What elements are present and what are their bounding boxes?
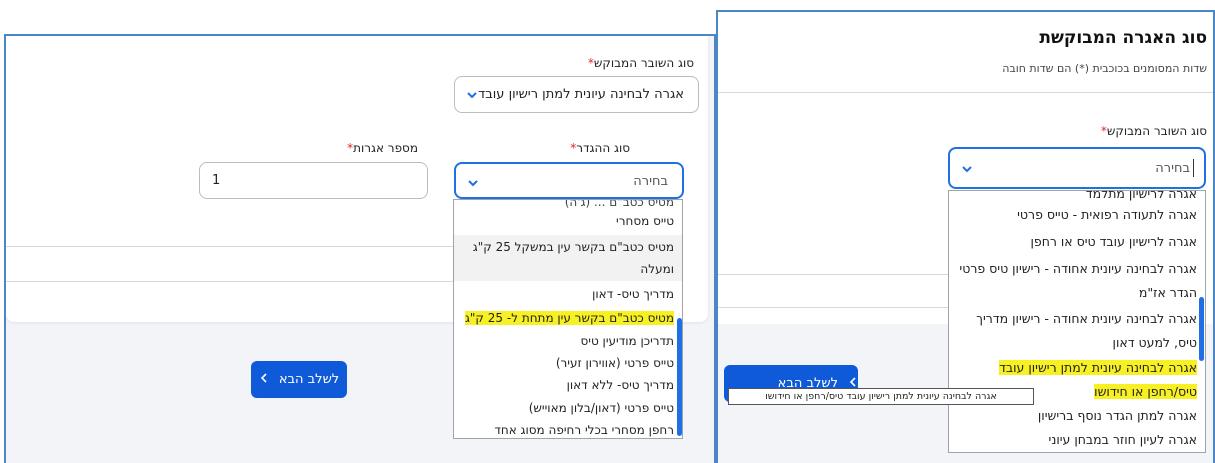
chevron-down-icon: [960, 162, 974, 176]
list-item[interactable]: טייס פרטי (דאון/בלון מאוייש): [454, 397, 682, 419]
divider: [6, 246, 454, 247]
voucher-type-select[interactable]: בחירה: [948, 147, 1206, 189]
definition-dropdown-list[interactable]: מטיס כטב"ם ... (ג'ה) טייס מסחרי מטיס כטב…: [453, 199, 683, 439]
list-item[interactable]: אגרה למתן הגדר נוסף ברישיון: [949, 404, 1205, 428]
voucher-type-value: בחירה: [1155, 161, 1190, 176]
list-item[interactable]: אגרה לתעודה רפואית - טייס פרטי: [949, 201, 1205, 228]
definition-type-label: סוג ההגדר*: [570, 141, 630, 155]
voucher-type-label: סוג השובר המבוקש*: [1100, 124, 1207, 138]
list-item[interactable]: רחפן מסחרי בכלי רחיפה מסוג אחד: [454, 419, 682, 438]
list-item[interactable]: אגרה לרישיון מתלמד: [949, 191, 1205, 201]
chevron-down-icon: [465, 88, 479, 102]
fee-count-input[interactable]: 1: [199, 162, 428, 199]
fee-count-label: מספר אגרות*: [347, 141, 418, 155]
next-step-button[interactable]: לשלב הבא: [251, 361, 347, 398]
list-item[interactable]: מטיס כטב"ם ... (ג'ה): [454, 200, 682, 208]
list-item[interactable]: מטיס כטב"ם בקשר עין מתחת ל- 25 ק"ג: [454, 307, 682, 330]
list-item[interactable]: מדריך טיס- דאון: [454, 281, 682, 307]
scrollbar-thumb[interactable]: [677, 318, 682, 436]
divider: [718, 307, 948, 308]
list-item[interactable]: טייס מסחרי: [454, 208, 682, 235]
list-item[interactable]: אגרה לבחינה עיונית אחודה - רישיון מדריך …: [949, 305, 1205, 354]
scrollbar-thumb[interactable]: [1199, 297, 1204, 361]
list-item[interactable]: מדריך טיס- ללא דאון: [454, 374, 682, 397]
text-cursor: [1193, 159, 1194, 177]
definition-type-select[interactable]: בחירה: [454, 162, 684, 199]
next-step-label: לשלב הבא: [278, 372, 340, 387]
divider: [718, 92, 1213, 93]
list-item[interactable]: אגרה לעיון חוזר במבחן עיוני: [949, 428, 1205, 452]
option-tooltip: אגרה לבחינה עיונית למתן רישיון עובד טיס/…: [728, 388, 1034, 405]
definition-type-value: בחירה: [633, 174, 668, 189]
voucher-type-select[interactable]: אגרה לבחינה עיונית למתן רישיון עובד: [454, 76, 699, 113]
voucher-type-label: סוג השובר המבוקש*: [587, 56, 694, 70]
list-item[interactable]: אגרה לבחינה עיונית אחודה - רישיון טיס פר…: [949, 255, 1205, 305]
voucher-type-value: אגרה לבחינה עיונית למתן רישיון עובד: [478, 87, 684, 102]
divider: [6, 281, 454, 282]
chevron-down-icon: [466, 176, 480, 190]
list-item[interactable]: תדריכן מודיעין טיס: [454, 330, 682, 352]
list-item[interactable]: טייס פרטי (אווירון זעיר): [454, 352, 682, 374]
required-fields-note: שדות המסומנים בכוכבית (*) הם שדות חובה: [1002, 62, 1207, 75]
fee-count-value: 1: [212, 173, 221, 188]
screenshot-composite: סוג השובר המבוקש* אגרה לבחינה עיונית למת…: [0, 0, 1215, 463]
chevron-left-icon: [259, 372, 269, 387]
list-item[interactable]: אגרה לרישיון עובד טיס או רחפן: [949, 228, 1205, 255]
list-item[interactable]: מטיס כטב"ם בקשר עין במשקל 25 ק"ג ומעלה: [454, 235, 682, 281]
voucher-dropdown-list[interactable]: אגרה לרישיון מתלמד אגרה לתעודה רפואית - …: [948, 190, 1206, 453]
divider: [718, 274, 948, 275]
page-title: סוג האגרה המבוקשת: [1039, 28, 1207, 48]
